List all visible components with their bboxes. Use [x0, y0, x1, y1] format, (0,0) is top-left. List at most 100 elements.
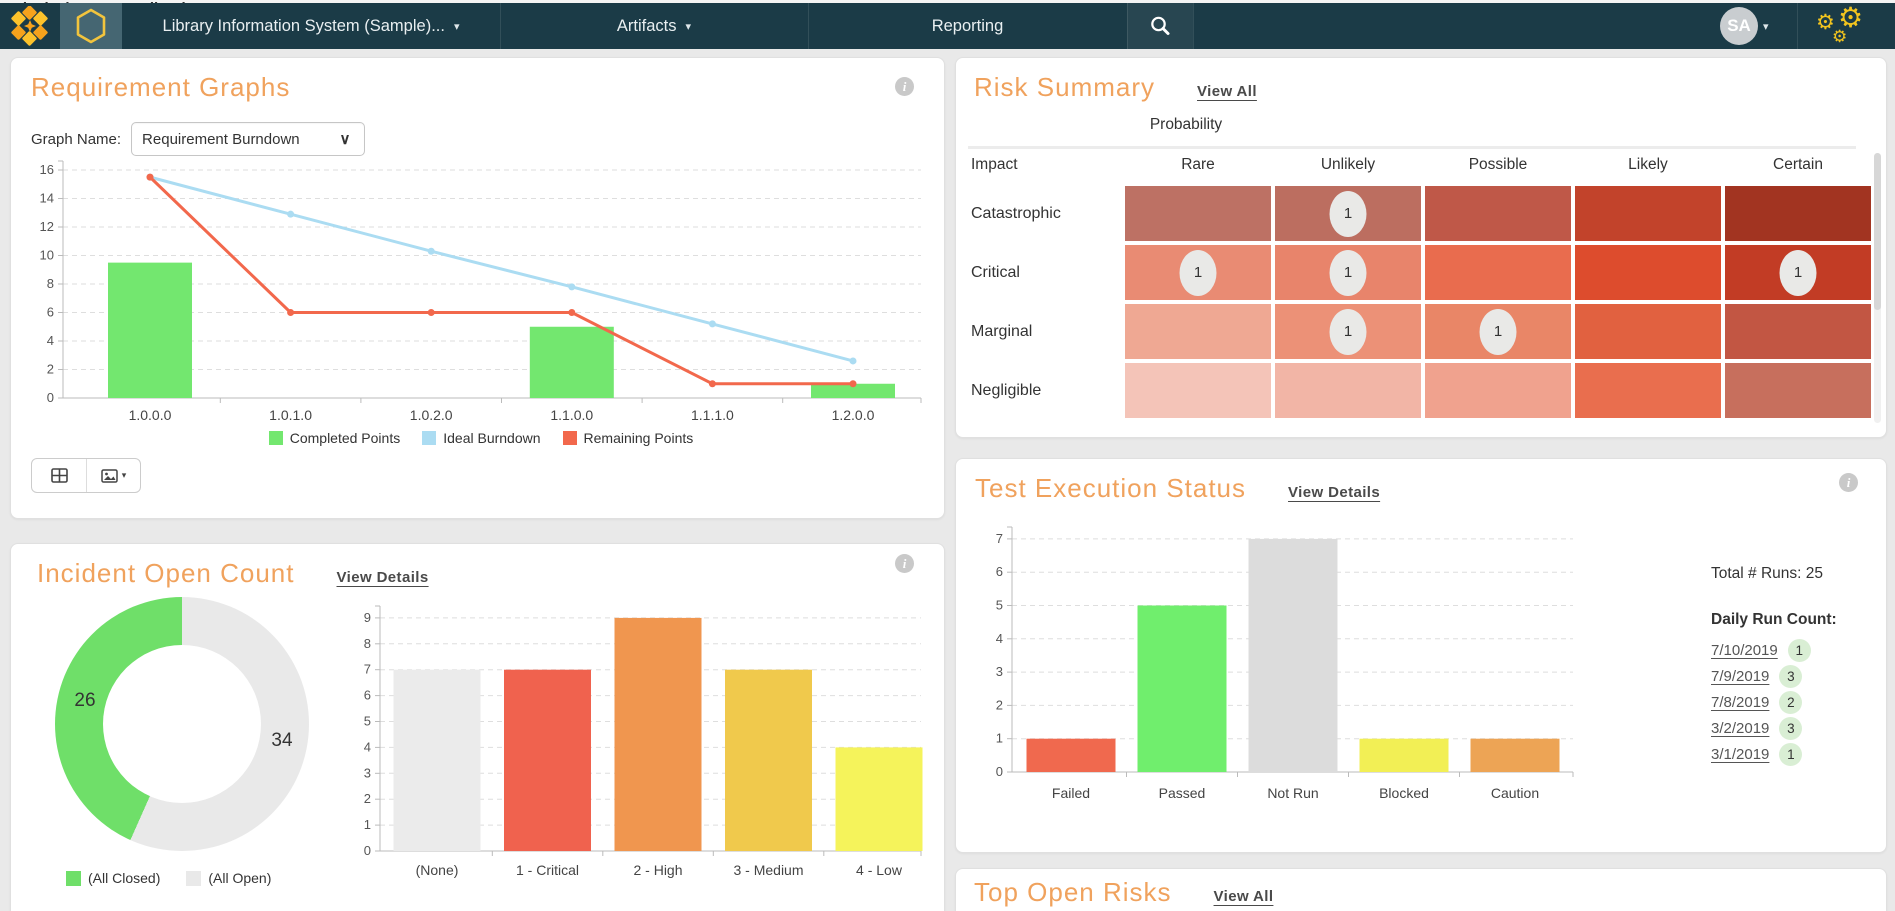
- dashboard-page: Displaying: All Releases: [0, 0, 1895, 911]
- graph-name-select[interactable]: Requirement Burndown ∨: [131, 122, 365, 156]
- svg-text:1: 1: [996, 731, 1003, 746]
- svg-text:(None): (None): [416, 862, 459, 878]
- risk-matrix-cell[interactable]: [1575, 245, 1721, 300]
- svg-text:9: 9: [364, 610, 371, 625]
- legend-swatch: [422, 431, 436, 445]
- risk-matrix-cell[interactable]: [1725, 363, 1871, 418]
- test-execution-chart: 01234567FailedPassedNot RunBlockedCautio…: [981, 514, 1631, 824]
- daily-run-date-link[interactable]: 7/10/2019: [1711, 642, 1778, 659]
- risk-matrix-cell[interactable]: [1125, 363, 1271, 418]
- test-run-summary: Total # Runs: 25 Daily Run Count: 7/10/2…: [1711, 565, 1881, 767]
- risk-matrix-cell[interactable]: [1575, 363, 1721, 418]
- svg-text:Caution: Caution: [1491, 785, 1539, 801]
- info-icon[interactable]: i: [895, 554, 914, 573]
- chart-toolbar: ▾: [31, 458, 141, 493]
- risk-matrix-cell[interactable]: [1425, 363, 1571, 418]
- risk-matrix-cell[interactable]: [1125, 186, 1271, 241]
- export-image-button[interactable]: ▾: [86, 459, 140, 492]
- search-button[interactable]: [1127, 3, 1193, 49]
- chevron-down-icon: ▾: [686, 20, 692, 33]
- svg-text:0: 0: [364, 843, 371, 858]
- risk-count-badge: 1: [1180, 250, 1217, 296]
- svg-text:0: 0: [996, 764, 1003, 779]
- workspace-hexagon-icon[interactable]: [60, 3, 122, 49]
- panel-title: Risk Summary: [974, 72, 1155, 103]
- panel-title: Top Open Risks: [974, 877, 1172, 908]
- legend-label: Ideal Burndown: [443, 430, 540, 446]
- probability-label: Probability: [1111, 116, 1261, 134]
- svg-text:14: 14: [40, 191, 54, 206]
- top-open-risks-panel: Top Open Risks View All: [955, 868, 1887, 911]
- daily-run-list: 7/10/201917/9/201937/8/201923/2/201933/1…: [1711, 637, 1881, 767]
- daily-run-count-label: Daily Run Count:: [1711, 611, 1881, 629]
- legend-item: (All Open): [186, 870, 271, 886]
- nav-reporting[interactable]: Reporting: [808, 3, 1127, 49]
- legend-item: Ideal Burndown: [422, 430, 540, 446]
- svg-text:1.0.2.0: 1.0.2.0: [410, 407, 453, 423]
- view-all-link[interactable]: View All: [1197, 83, 1257, 100]
- graph-name-label: Graph Name:: [31, 131, 121, 148]
- risk-matrix-cell[interactable]: [1575, 186, 1721, 241]
- legend-label: (All Closed): [88, 870, 160, 886]
- svg-text:2 - High: 2 - High: [633, 862, 682, 878]
- svg-text:2: 2: [364, 791, 371, 806]
- risk-matrix-cell[interactable]: 1: [1125, 245, 1271, 300]
- daily-run-date-link[interactable]: 7/8/2019: [1711, 694, 1769, 711]
- svg-text:3: 3: [996, 664, 1003, 679]
- daily-run-date-link[interactable]: 7/9/2019: [1711, 668, 1769, 685]
- risk-matrix-cell[interactable]: [1725, 186, 1871, 241]
- daily-run-row: 3/1/20191: [1711, 741, 1881, 767]
- scrollbar-thumb[interactable]: [1874, 153, 1881, 310]
- svg-text:6: 6: [364, 688, 371, 703]
- nav-artifacts[interactable]: Artifacts ▾: [500, 3, 808, 49]
- chevron-down-icon: ▾: [454, 20, 460, 33]
- view-all-link[interactable]: View All: [1214, 888, 1274, 905]
- daily-run-count-badge: 3: [1779, 717, 1802, 740]
- svg-text:4: 4: [996, 631, 1003, 646]
- avatar-menu-caret[interactable]: ▾: [1763, 20, 1769, 33]
- risk-matrix-cell[interactable]: [1425, 186, 1571, 241]
- risk-matrix-cell[interactable]: [1725, 304, 1871, 359]
- project-selector[interactable]: Library Information System (Sample)... ▾: [122, 3, 500, 49]
- risk-matrix-cell[interactable]: 1: [1275, 304, 1421, 359]
- risk-matrix-cell[interactable]: [1425, 245, 1571, 300]
- probability-header: Possible: [1425, 156, 1571, 174]
- info-icon[interactable]: i: [1839, 473, 1858, 492]
- risk-matrix-cell[interactable]: 1: [1425, 304, 1571, 359]
- risk-matrix-cell[interactable]: 1: [1725, 245, 1871, 300]
- svg-text:1 - Critical: 1 - Critical: [516, 862, 579, 878]
- legend-item: (All Closed): [66, 870, 160, 886]
- daily-run-date-link[interactable]: 3/2/2019: [1711, 720, 1769, 737]
- svg-text:1.2.0.0: 1.2.0.0: [832, 407, 875, 423]
- data-grid-button[interactable]: [32, 459, 86, 492]
- scrollbar[interactable]: [1874, 153, 1881, 423]
- reporting-label: Reporting: [932, 17, 1004, 36]
- risk-count-badge: 1: [1780, 250, 1817, 296]
- risk-matrix: Catastrophic1Critical111Marginal11Neglig…: [971, 186, 1871, 418]
- impact-row-label: Negligible: [971, 363, 1121, 418]
- svg-text:12: 12: [40, 219, 54, 234]
- panel-title: Test Execution Status: [975, 473, 1246, 504]
- legend-item: Completed Points: [269, 430, 401, 446]
- risk-matrix-cell[interactable]: [1125, 304, 1271, 359]
- risk-matrix-cell[interactable]: [1575, 304, 1721, 359]
- donut-value-open: 34: [260, 730, 304, 752]
- legend-label: (All Open): [208, 870, 271, 886]
- risk-matrix-cell[interactable]: 1: [1275, 186, 1421, 241]
- nav-divider: [1193, 3, 1194, 49]
- view-details-link[interactable]: View Details: [1288, 484, 1380, 501]
- settings-gear-icon[interactable]: ⚙ ⚙ ⚙: [1812, 3, 1887, 49]
- daily-run-date-link[interactable]: 3/1/2019: [1711, 746, 1769, 763]
- svg-text:4 - Low: 4 - Low: [856, 862, 903, 878]
- user-avatar[interactable]: SA: [1720, 7, 1758, 45]
- svg-text:Blocked: Blocked: [1379, 785, 1429, 801]
- info-icon[interactable]: i: [895, 77, 914, 96]
- svg-text:1.1.0.0: 1.1.0.0: [550, 407, 593, 423]
- svg-text:1: 1: [364, 817, 371, 832]
- risk-matrix-cell[interactable]: [1275, 363, 1421, 418]
- risk-count-badge: 1: [1330, 250, 1367, 296]
- impact-row-label: Critical: [971, 245, 1121, 300]
- risk-matrix-cell[interactable]: 1: [1275, 245, 1421, 300]
- app-logo-icon[interactable]: [6, 6, 54, 46]
- legend-swatch: [66, 871, 81, 886]
